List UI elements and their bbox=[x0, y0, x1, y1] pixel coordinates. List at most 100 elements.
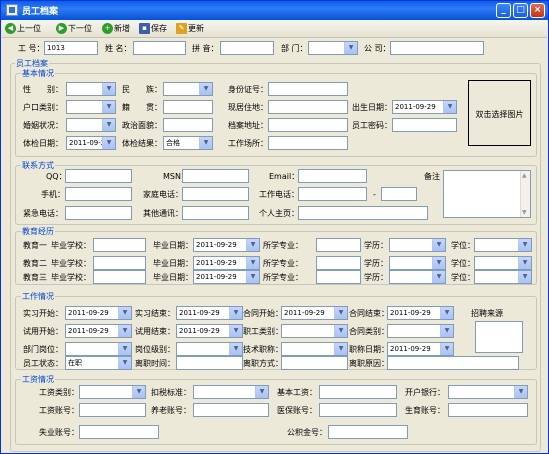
homepage-input[interactable] bbox=[298, 206, 428, 220]
other-contact-input[interactable] bbox=[182, 206, 249, 220]
edu-major-input[interactable] bbox=[316, 238, 361, 252]
native-input[interactable] bbox=[163, 100, 213, 114]
wage-type-label: 工资类别： bbox=[39, 388, 79, 397]
edu-date-picker[interactable]: 2011-09-29 ▼ bbox=[193, 270, 260, 284]
department-select[interactable]: ▼ bbox=[308, 41, 358, 55]
home-phone-input[interactable] bbox=[182, 187, 249, 201]
mobile-label: 手机： bbox=[41, 190, 65, 199]
leave-way-input[interactable] bbox=[281, 356, 348, 370]
job-type-select[interactable]: ▼ bbox=[281, 324, 348, 338]
edu-school-input[interactable] bbox=[93, 256, 146, 270]
edu-major-input[interactable] bbox=[316, 256, 361, 270]
bank-select[interactable]: ▼ bbox=[448, 385, 528, 399]
tech-title-select[interactable]: ▼ bbox=[281, 342, 348, 356]
exam-result-select[interactable]: 合格 ▼ bbox=[163, 136, 213, 150]
pension-input[interactable] bbox=[193, 403, 269, 417]
edu-major-input[interactable] bbox=[316, 270, 361, 284]
marital-select[interactable]: ▼ bbox=[66, 118, 116, 132]
photo-box[interactable]: 双击选择图片 bbox=[468, 80, 531, 146]
save-button[interactable]: ▪ 保存 bbox=[139, 22, 167, 36]
probation-start-picker[interactable]: 2011-09-29 ▼ bbox=[65, 324, 132, 338]
dropdown-arrow-icon: ▼ bbox=[102, 101, 115, 113]
edu-degree-select[interactable]: ▼ bbox=[389, 256, 446, 270]
hukou-select[interactable]: ▼ bbox=[66, 100, 116, 114]
password-input[interactable] bbox=[392, 118, 457, 132]
contact-group-title: 联系方式 bbox=[21, 161, 55, 171]
contract-end-picker[interactable]: 2011-09-29 ▼ bbox=[387, 306, 454, 320]
residence-input[interactable] bbox=[268, 100, 348, 114]
workplace-label: 工作场所： bbox=[228, 139, 268, 148]
dropdown-arrow-icon: ▼ bbox=[102, 83, 115, 95]
wage-type-select[interactable]: ▼ bbox=[79, 385, 146, 399]
base-wage-input[interactable] bbox=[319, 385, 397, 399]
exam-date-picker[interactable]: 2011-09-29 ▼ bbox=[66, 136, 116, 150]
workplace-input[interactable] bbox=[268, 136, 348, 150]
level-select[interactable]: ▼ bbox=[176, 342, 243, 356]
qq-input[interactable] bbox=[65, 169, 132, 183]
maternity-input[interactable] bbox=[448, 403, 528, 417]
ethnic-select[interactable]: ▼ bbox=[163, 82, 213, 96]
leave-time-input[interactable] bbox=[176, 356, 243, 370]
wage-account-label: 工资账号： bbox=[39, 406, 79, 415]
edu-date-picker[interactable]: 2011-09-29 ▼ bbox=[193, 256, 260, 270]
edu-degree-select[interactable]: ▼ bbox=[389, 238, 446, 252]
work-phone-ext-input[interactable] bbox=[381, 187, 417, 201]
edu-deg2-select[interactable]: ▼ bbox=[474, 256, 532, 270]
position-select[interactable]: ▼ bbox=[65, 342, 132, 356]
pinyin-label: 拼 音： bbox=[192, 44, 219, 53]
status-select[interactable]: 在职 ▼ bbox=[65, 356, 132, 370]
update-button[interactable]: ✎ 更新 bbox=[176, 22, 204, 36]
next-button[interactable]: ▶ 下一位 bbox=[56, 22, 92, 36]
name-input[interactable] bbox=[133, 41, 186, 55]
political-input[interactable] bbox=[163, 118, 213, 132]
wage-account-input[interactable] bbox=[79, 403, 146, 417]
tax-select[interactable]: ▼ bbox=[193, 385, 269, 399]
archive-addr-input[interactable] bbox=[268, 118, 348, 132]
work-phone-input[interactable] bbox=[298, 187, 367, 201]
company-input[interactable] bbox=[390, 41, 484, 55]
prev-button[interactable]: ◀ 上一位 bbox=[5, 22, 41, 36]
edu-school-input[interactable] bbox=[93, 270, 146, 284]
title-bar: 员工档案 _ □ × bbox=[1, 1, 548, 20]
employee-id-input[interactable]: 1013 bbox=[44, 41, 98, 55]
password-label: 员工密码： bbox=[352, 121, 392, 130]
pinyin-input[interactable] bbox=[220, 41, 274, 55]
dropdown-arrow-icon: ▼ bbox=[432, 239, 445, 251]
dropdown-arrow-icon: ▼ bbox=[443, 101, 456, 113]
leave-reason-input[interactable] bbox=[387, 356, 519, 370]
leave-time-label: 离职时间： bbox=[135, 359, 175, 368]
dropdown-arrow-icon: ▼ bbox=[118, 343, 131, 355]
contract-type-select[interactable]: ▼ bbox=[387, 324, 454, 338]
email-input[interactable] bbox=[298, 169, 367, 183]
unemployment-input[interactable] bbox=[79, 425, 159, 439]
title-date-picker[interactable]: 2011-09-29 ▼ bbox=[387, 342, 454, 356]
probation-end-picker[interactable]: 2011-09-29 ▼ bbox=[176, 324, 243, 338]
edu-degree-select[interactable]: ▼ bbox=[389, 270, 446, 284]
dropdown-arrow-icon: ▼ bbox=[518, 271, 531, 283]
dropdown-arrow-icon: ▼ bbox=[246, 239, 259, 251]
job-type-label: 职工类别： bbox=[243, 327, 283, 336]
recruit-textarea[interactable] bbox=[475, 321, 523, 353]
edu-date-picker[interactable]: 2011-09-29 ▼ bbox=[193, 238, 260, 252]
add-button[interactable]: + 新增 bbox=[102, 22, 130, 36]
maximize-button[interactable]: □ bbox=[513, 3, 528, 18]
birth-date-picker[interactable]: 2011-09-29 ▼ bbox=[392, 100, 457, 114]
mobile-input[interactable] bbox=[65, 187, 132, 201]
contract-start-picker[interactable]: 2011-09-29 ▼ bbox=[281, 306, 348, 320]
scrollbar[interactable] bbox=[520, 171, 530, 217]
intern-end-picker[interactable]: 2011-09-29 ▼ bbox=[176, 306, 243, 320]
minimize-button[interactable]: _ bbox=[496, 3, 511, 18]
edu-deg2-label: 学位： bbox=[451, 241, 475, 250]
close-button[interactable]: × bbox=[530, 3, 545, 18]
msn-input[interactable] bbox=[182, 169, 249, 183]
housing-fund-input[interactable] bbox=[328, 425, 408, 439]
idcard-input[interactable] bbox=[268, 82, 348, 96]
emergency-input[interactable] bbox=[65, 206, 132, 220]
edu-school-input[interactable] bbox=[93, 238, 146, 252]
medical-input[interactable] bbox=[319, 403, 397, 417]
remark-textarea[interactable] bbox=[443, 170, 531, 218]
edu-deg2-select[interactable]: ▼ bbox=[474, 270, 532, 284]
intern-start-picker[interactable]: 2011-09-29 ▼ bbox=[65, 306, 132, 320]
gender-select[interactable]: ▼ bbox=[66, 82, 116, 96]
edu-deg2-select[interactable]: ▼ bbox=[474, 238, 532, 252]
